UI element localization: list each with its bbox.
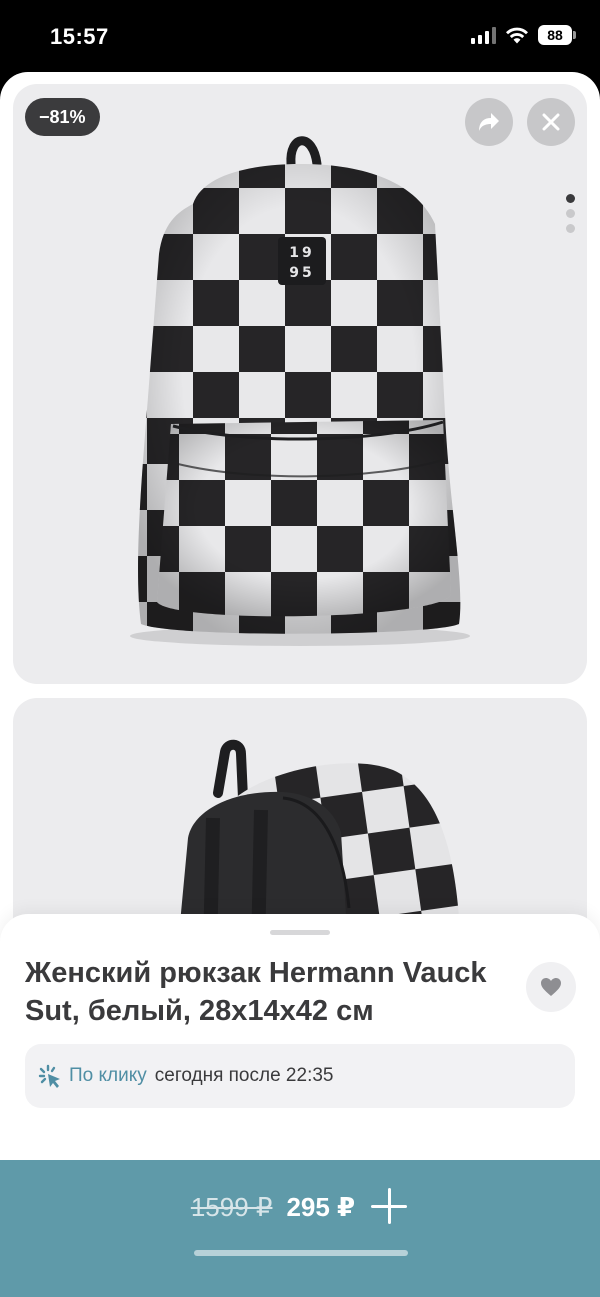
patch-text-bottom: 95 — [289, 265, 314, 281]
click-sparkle-icon — [38, 1064, 60, 1088]
product-sheet: 19 95 −81% Женский рюкзак Hermann Vauck … — [0, 72, 600, 1297]
new-price: 295 ₽ — [286, 1192, 356, 1222]
heart-icon — [541, 978, 561, 996]
add-to-cart-button[interactable]: 1599 ₽ 295 ₽ — [0, 1160, 600, 1297]
patch-text-top: 19 — [289, 245, 314, 261]
discount-badge: −81% — [25, 98, 100, 136]
old-price: 1599 ₽ — [190, 1192, 273, 1222]
page-dot-3 — [566, 224, 575, 233]
battery-level: 88 — [547, 27, 563, 43]
page-dot-2 — [566, 209, 575, 218]
plus-icon — [369, 1186, 409, 1226]
wifi-icon — [506, 27, 528, 44]
share-arrow-icon — [479, 113, 499, 131]
product-info-panel: Женский рюкзак Hermann Vauck Sut, белый,… — [0, 914, 600, 1164]
drag-handle[interactable] — [270, 930, 330, 935]
product-title: Женский рюкзак Hermann Vauck Sut, белый,… — [25, 957, 487, 1027]
delivery-info[interactable]: По клику сегодня после 22:35 — [25, 1044, 575, 1108]
status-icons: 88 — [471, 25, 576, 45]
home-indicator — [194, 1250, 408, 1256]
page-dot-1 — [566, 194, 575, 203]
image-page-indicator — [566, 194, 575, 233]
status-time: 15:57 — [50, 24, 109, 49]
favorite-button[interactable] — [526, 962, 576, 1012]
delivery-label[interactable]: По клику — [69, 1065, 147, 1087]
share-button[interactable] — [465, 98, 513, 146]
delivery-time: сегодня после 22:35 — [154, 1065, 334, 1086]
cellular-signal-icon — [471, 26, 496, 44]
close-button[interactable] — [527, 98, 575, 146]
product-image-card[interactable]: 19 95 −81% — [13, 84, 587, 684]
battery-icon: 88 — [538, 25, 576, 45]
close-x-icon — [542, 113, 560, 131]
backpack-front-image: 19 95 — [130, 136, 470, 646]
status-bar: 15:57 88 — [0, 0, 600, 72]
